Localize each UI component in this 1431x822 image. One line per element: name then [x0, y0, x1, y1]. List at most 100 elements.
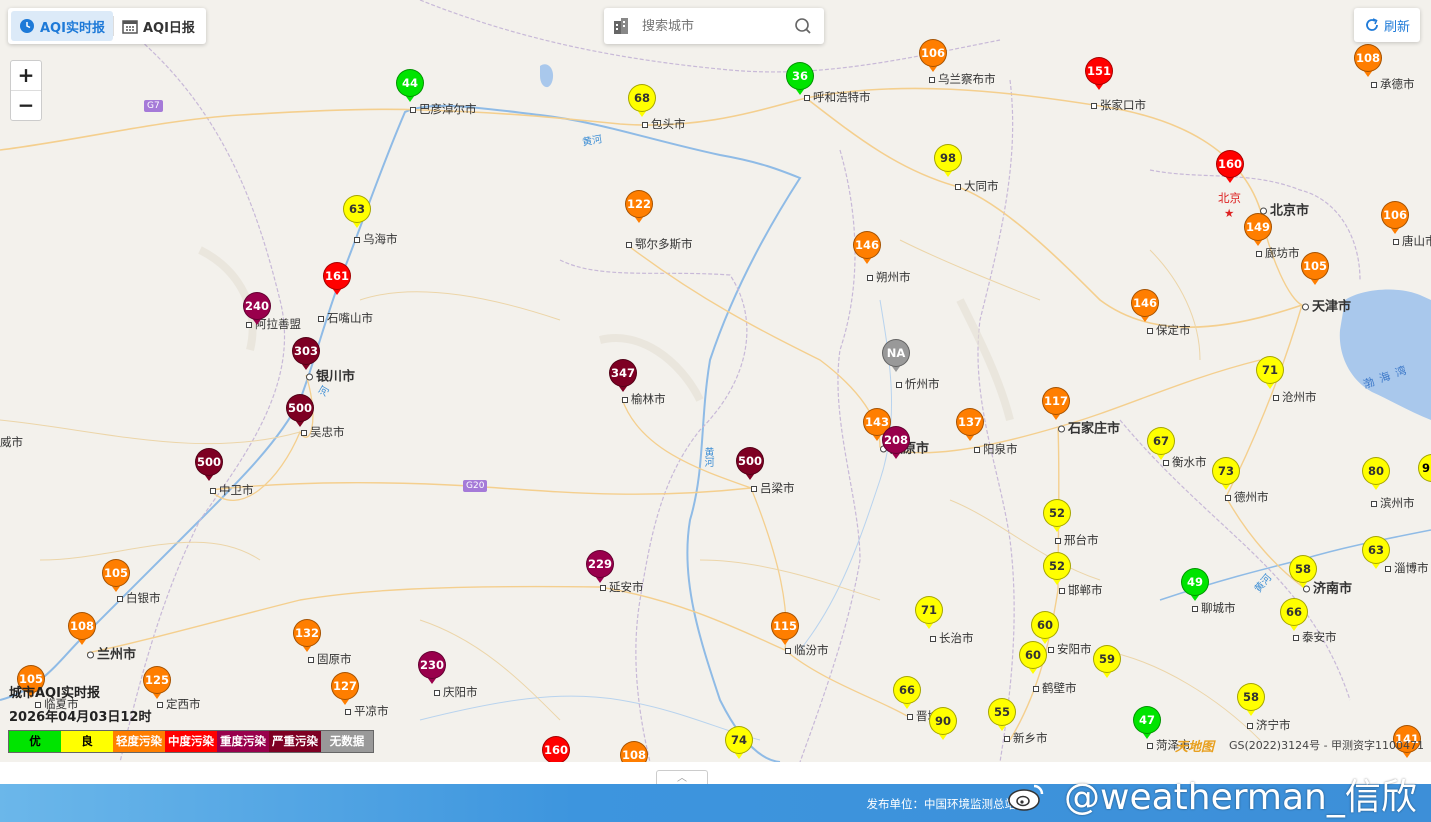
aqi-value: 115 [771, 612, 799, 640]
aqi-marker[interactable]: 108 [68, 612, 96, 645]
aqi-marker[interactable]: 115 [771, 612, 799, 645]
aqi-marker[interactable]: 146 [1131, 289, 1159, 322]
capital-city-label: 天津市 [1302, 296, 1351, 315]
aqi-marker[interactable]: 347 [609, 359, 637, 392]
city-label: 中卫市 [210, 482, 254, 498]
aqi-marker[interactable]: 63 [343, 195, 371, 228]
aqi-marker[interactable]: 146 [853, 231, 881, 264]
aqi-value: 71 [915, 596, 943, 624]
aqi-value: 160 [542, 736, 570, 762]
aqi-marker[interactable]: 160 [542, 736, 570, 762]
aqi-marker[interactable]: 132 [293, 619, 321, 652]
capital-city-label: 石家庄市 [1058, 418, 1120, 437]
aqi-value: 71 [1256, 356, 1284, 384]
aqi-marker[interactable]: 229 [586, 550, 614, 583]
aqi-marker[interactable]: 108 [1354, 44, 1382, 77]
aqi-value: 55 [988, 698, 1016, 726]
aqi-marker[interactable]: 105 [102, 559, 130, 592]
aqi-marker[interactable]: 240 [243, 292, 271, 325]
aqi-value: 74 [725, 726, 753, 754]
zoom-out-button[interactable]: − [11, 90, 41, 120]
aqi-marker[interactable]: 52 [1043, 499, 1071, 532]
aqi-value: 108 [1354, 44, 1382, 72]
aqi-marker[interactable]: 71 [915, 596, 943, 629]
aqi-map[interactable]: G7 G20 黄河 黄河 黄河 河 渤海湾 威市 9 北京 ★ 巴彦淖尔市 呼和浩特… [0, 0, 1431, 762]
aqi-marker[interactable]: 160 [1216, 150, 1244, 183]
aqi-marker[interactable]: 58 [1289, 555, 1317, 588]
aqi-marker[interactable]: 60 [1031, 611, 1059, 644]
aqi-value: 132 [293, 619, 321, 647]
refresh-button[interactable]: 刷新 [1354, 8, 1420, 42]
aqi-marker[interactable]: NA [882, 339, 910, 372]
city-label: 阳泉市 [974, 441, 1018, 457]
legend-item: 轻度污染 [113, 731, 165, 752]
city-label: 白银市 [117, 590, 161, 606]
aqi-marker[interactable]: 90 [929, 707, 957, 740]
aqi-marker[interactable]: 105 [1301, 252, 1329, 285]
aqi-value: 146 [853, 231, 881, 259]
weibo-icon [1008, 784, 1044, 811]
zoom-in-button[interactable]: + [11, 61, 41, 90]
aqi-value: 58 [1289, 555, 1317, 583]
aqi-marker[interactable]: 125 [143, 666, 171, 699]
aqi-marker[interactable]: 36 [786, 62, 814, 95]
city-label: 鄂尔多斯市 [626, 236, 693, 252]
aqi-value: 67 [1147, 427, 1175, 455]
edge-city-label: 威市 [0, 435, 23, 449]
aqi-value: 52 [1043, 552, 1071, 580]
aqi-marker[interactable]: 49 [1181, 568, 1209, 601]
aqi-marker[interactable]: 68 [628, 84, 656, 117]
aqi-legend: 优良轻度污染 中度污染 重度污染 严重污染 无数据 [8, 730, 374, 753]
search-icon[interactable] [794, 17, 812, 35]
city-label: 张家口市 [1091, 97, 1146, 113]
aqi-marker[interactable]: 161 [323, 262, 351, 295]
daily-report-label: AQI日报 [142, 20, 195, 36]
aqi-marker[interactable]: 67 [1147, 427, 1175, 460]
aqi-marker[interactable]: 208 [882, 426, 910, 459]
aqi-marker[interactable]: 303 [292, 337, 320, 370]
aqi-value: 105 [102, 559, 130, 587]
aqi-marker[interactable]: 149 [1244, 213, 1272, 246]
aqi-marker[interactable]: 108 [620, 741, 648, 762]
aqi-value: 108 [68, 612, 96, 640]
aqi-marker[interactable]: 230 [418, 651, 446, 684]
aqi-marker[interactable]: 58 [1237, 683, 1265, 716]
aqi-marker[interactable]: 80 [1362, 457, 1390, 490]
aqi-value: 49 [1181, 568, 1209, 596]
aqi-marker[interactable]: 66 [893, 676, 921, 709]
aqi-marker[interactable]: 98 [934, 144, 962, 177]
calendar-icon [122, 20, 138, 34]
aqi-value: 66 [1280, 598, 1308, 626]
aqi-marker[interactable]: 47 [1133, 706, 1161, 739]
aqi-marker[interactable]: 60 [1019, 641, 1047, 674]
city-label: 固原市 [308, 651, 352, 667]
aqi-marker[interactable]: 66 [1280, 598, 1308, 631]
daily-report-tab[interactable]: AQI日报 [114, 11, 203, 41]
aqi-value: 117 [1042, 387, 1070, 415]
aqi-marker[interactable]: 59 [1093, 645, 1121, 678]
aqi-marker[interactable]: 71 [1256, 356, 1284, 389]
city-search-box [604, 8, 824, 44]
aqi-marker[interactable]: 127 [331, 672, 359, 705]
aqi-marker[interactable]: 63 [1362, 536, 1390, 569]
aqi-marker[interactable]: 44 [396, 69, 424, 102]
aqi-marker[interactable]: 151 [1085, 57, 1113, 90]
city-label: 乌海市 [354, 231, 398, 247]
aqi-value: 58 [1237, 683, 1265, 711]
realtime-report-tab[interactable]: AQI实时报 [11, 11, 113, 41]
city-search-input[interactable] [640, 17, 784, 35]
aqi-marker[interactable]: 122 [625, 190, 653, 223]
building-icon [614, 18, 628, 34]
aqi-marker[interactable]: 117 [1042, 387, 1070, 420]
aqi-marker[interactable]: 106 [919, 39, 947, 72]
aqi-marker[interactable]: 52 [1043, 552, 1071, 585]
aqi-marker[interactable]: 74 [725, 726, 753, 759]
aqi-marker[interactable]: 106 [1381, 201, 1409, 234]
aqi-marker[interactable]: 55 [988, 698, 1016, 731]
aqi-marker[interactable]: 137 [956, 408, 984, 441]
aqi-marker[interactable]: 500 [736, 447, 764, 480]
aqi-marker[interactable]: 73 [1212, 457, 1240, 490]
aqi-marker[interactable]: 500 [286, 394, 314, 427]
capital-city-label: 兰州市 [87, 644, 136, 663]
aqi-marker[interactable]: 500 [195, 448, 223, 481]
